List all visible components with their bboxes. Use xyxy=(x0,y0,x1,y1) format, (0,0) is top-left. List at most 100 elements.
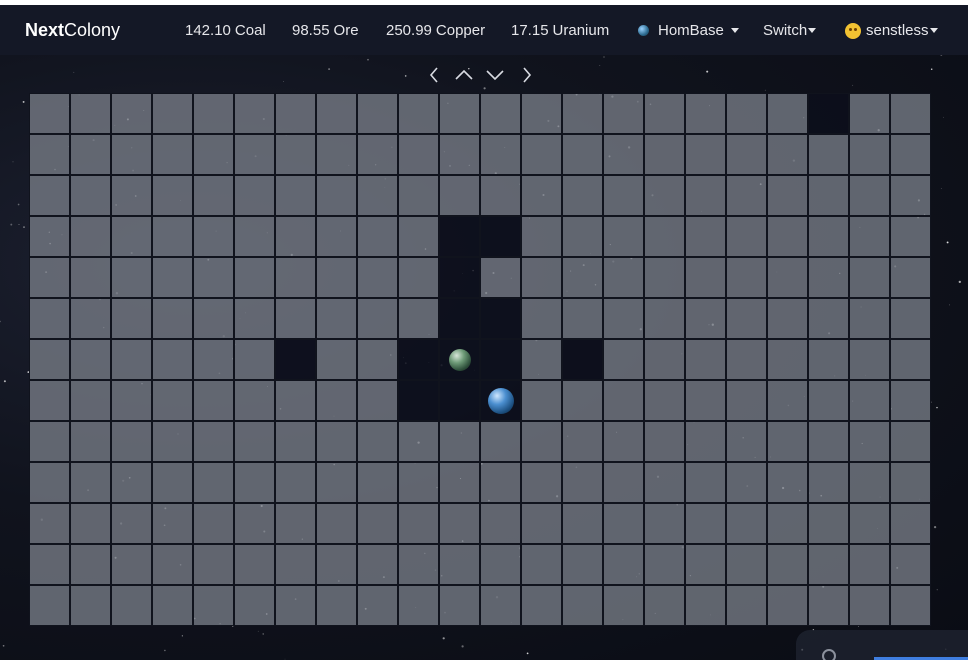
map-cell[interactable] xyxy=(70,339,111,380)
map-cell[interactable] xyxy=(767,544,808,585)
map-cell[interactable] xyxy=(767,257,808,298)
map-cell[interactable] xyxy=(70,585,111,626)
map-cell[interactable] xyxy=(685,544,726,585)
map-cell[interactable] xyxy=(644,421,685,462)
map-cell[interactable] xyxy=(562,298,603,339)
map-cell[interactable] xyxy=(29,585,70,626)
map-cell[interactable] xyxy=(890,298,931,339)
map-cell[interactable] xyxy=(357,134,398,175)
gear-icon[interactable] xyxy=(822,649,836,660)
map-cell[interactable] xyxy=(111,421,152,462)
map-cell[interactable] xyxy=(439,93,480,134)
map-cell[interactable] xyxy=(111,134,152,175)
map-cell[interactable] xyxy=(521,257,562,298)
map-cell[interactable] xyxy=(849,585,890,626)
map-cell-explored[interactable] xyxy=(480,380,521,421)
map-cell[interactable] xyxy=(152,134,193,175)
map-cell[interactable] xyxy=(275,175,316,216)
map-cell[interactable] xyxy=(152,216,193,257)
map-cell[interactable] xyxy=(767,503,808,544)
map-cell[interactable] xyxy=(808,216,849,257)
map-cell[interactable] xyxy=(111,216,152,257)
map-cell[interactable] xyxy=(767,462,808,503)
map-cell[interactable] xyxy=(152,421,193,462)
map-cell-explored[interactable] xyxy=(439,380,480,421)
map-cell[interactable] xyxy=(316,175,357,216)
map-cell[interactable] xyxy=(398,503,439,544)
map-cell[interactable] xyxy=(562,421,603,462)
map-cell[interactable] xyxy=(685,421,726,462)
map-cell[interactable] xyxy=(685,585,726,626)
map-cell[interactable] xyxy=(152,544,193,585)
map-cell[interactable] xyxy=(275,257,316,298)
map-cell[interactable] xyxy=(357,544,398,585)
map-cell[interactable] xyxy=(726,298,767,339)
map-cell[interactable] xyxy=(603,380,644,421)
map-cell[interactable] xyxy=(603,544,644,585)
map-cell[interactable] xyxy=(603,175,644,216)
map-cell[interactable] xyxy=(70,421,111,462)
map-cell[interactable] xyxy=(685,339,726,380)
map-cell[interactable] xyxy=(29,421,70,462)
map-cell[interactable] xyxy=(562,462,603,503)
map-cell[interactable] xyxy=(70,257,111,298)
map-cell[interactable] xyxy=(357,380,398,421)
map-cell[interactable] xyxy=(767,421,808,462)
map-cell[interactable] xyxy=(603,503,644,544)
map-cell[interactable] xyxy=(193,339,234,380)
map-cell[interactable] xyxy=(521,298,562,339)
map-cell[interactable] xyxy=(685,380,726,421)
map-cell[interactable] xyxy=(316,134,357,175)
map-cell[interactable] xyxy=(726,544,767,585)
map-cell[interactable] xyxy=(234,544,275,585)
map-cell[interactable] xyxy=(111,175,152,216)
map-cell[interactable] xyxy=(275,93,316,134)
map-cell[interactable] xyxy=(685,298,726,339)
map-cell[interactable] xyxy=(275,503,316,544)
map-cell[interactable] xyxy=(644,298,685,339)
map-cell[interactable] xyxy=(849,93,890,134)
map-cell[interactable] xyxy=(234,503,275,544)
map-cell[interactable] xyxy=(726,93,767,134)
map-cell[interactable] xyxy=(685,257,726,298)
map-cell[interactable] xyxy=(521,175,562,216)
map-cell-explored[interactable] xyxy=(562,339,603,380)
map-cell[interactable] xyxy=(644,544,685,585)
map-cell[interactable] xyxy=(890,339,931,380)
map-cell-explored[interactable] xyxy=(480,339,521,380)
map-cell[interactable] xyxy=(152,585,193,626)
chevron-down-icon[interactable] xyxy=(484,64,506,86)
map-cell[interactable] xyxy=(603,134,644,175)
map-cell[interactable] xyxy=(357,339,398,380)
map-cell[interactable] xyxy=(70,93,111,134)
map-cell[interactable] xyxy=(439,585,480,626)
map-cell[interactable] xyxy=(29,93,70,134)
planet-dropdown[interactable]: HomBase xyxy=(638,22,739,39)
map-cell[interactable] xyxy=(644,503,685,544)
map-cell[interactable] xyxy=(275,421,316,462)
map-cell[interactable] xyxy=(726,421,767,462)
map-cell[interactable] xyxy=(562,175,603,216)
map-cell[interactable] xyxy=(275,380,316,421)
map-cell[interactable] xyxy=(439,503,480,544)
map-cell[interactable] xyxy=(357,421,398,462)
map-cell[interactable] xyxy=(808,503,849,544)
map-cell[interactable] xyxy=(644,216,685,257)
map-cell[interactable] xyxy=(808,175,849,216)
map-cell[interactable] xyxy=(193,134,234,175)
map-cell[interactable] xyxy=(726,585,767,626)
map-cell[interactable] xyxy=(193,544,234,585)
map-cell[interactable] xyxy=(193,421,234,462)
map-cell[interactable] xyxy=(562,93,603,134)
map-cell[interactable] xyxy=(890,462,931,503)
map-cell[interactable] xyxy=(398,134,439,175)
map-cell[interactable] xyxy=(890,585,931,626)
map-cell[interactable] xyxy=(890,175,931,216)
map-cell[interactable] xyxy=(357,585,398,626)
map-cell-explored[interactable] xyxy=(398,380,439,421)
map-cell[interactable] xyxy=(357,298,398,339)
map-cell[interactable] xyxy=(644,93,685,134)
map-cell[interactable] xyxy=(29,134,70,175)
map-cell[interactable] xyxy=(152,462,193,503)
map-cell[interactable] xyxy=(70,216,111,257)
